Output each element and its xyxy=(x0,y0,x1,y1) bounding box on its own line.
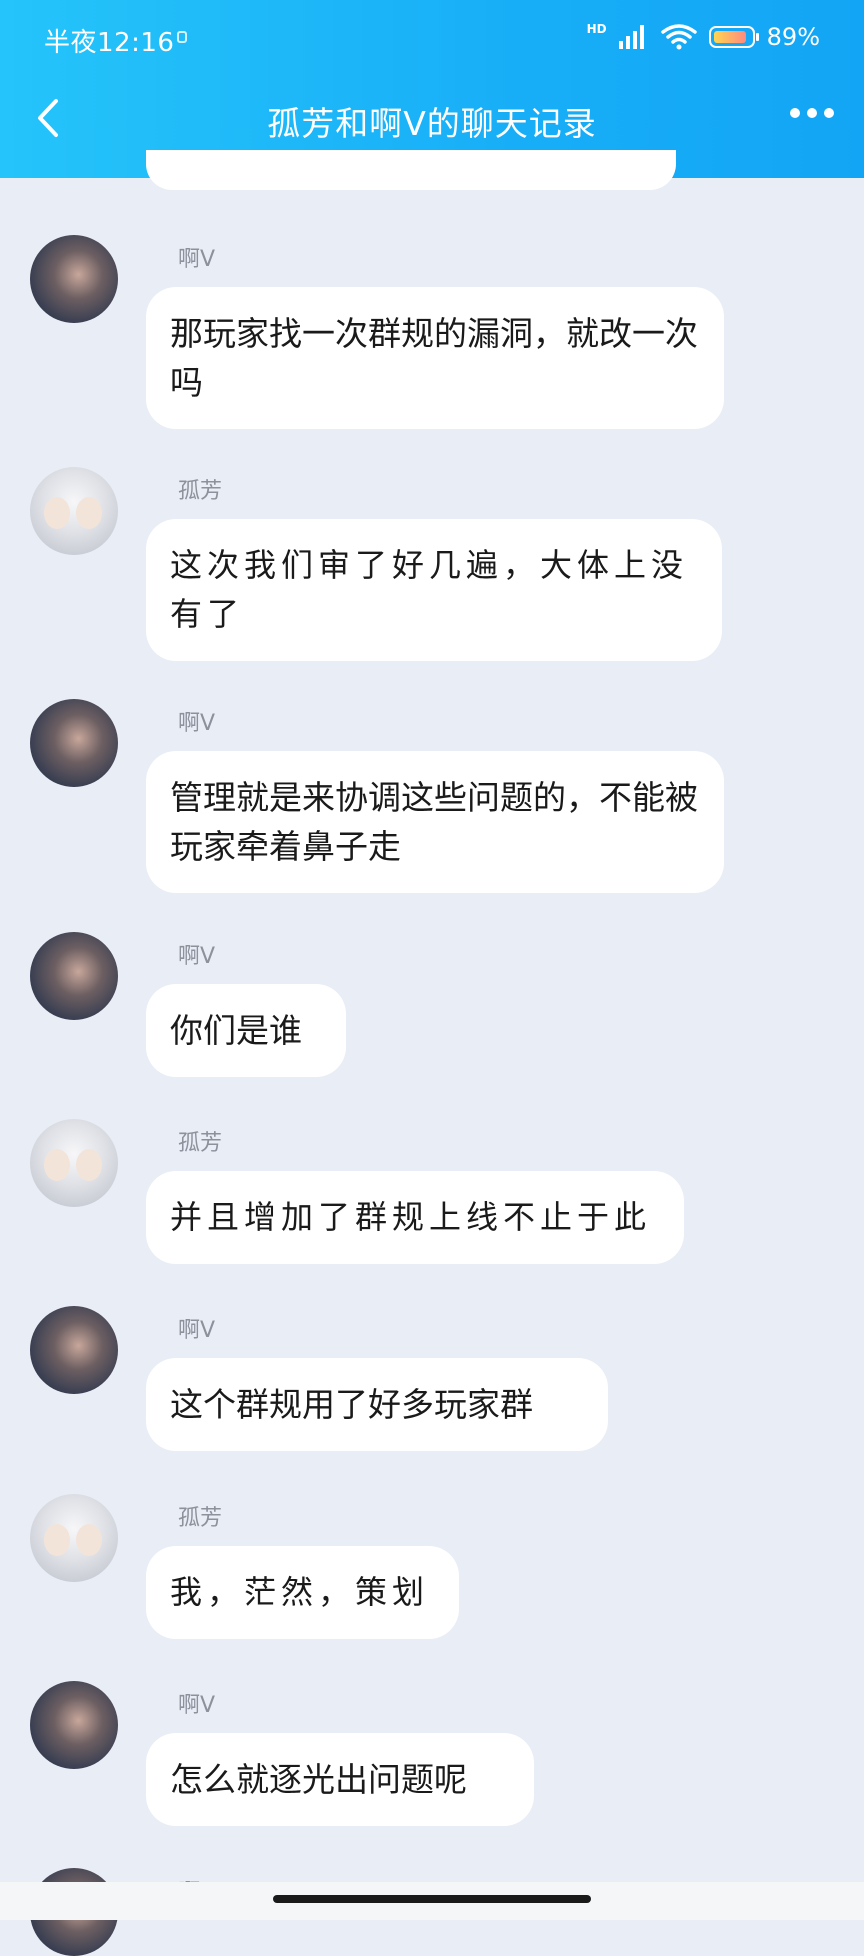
message-bubble[interactable]: 并且增加了群规上线不止于此 xyxy=(146,1171,684,1264)
message-bubble[interactable]: 你们是谁 xyxy=(146,984,346,1077)
network-type: HD xyxy=(586,22,607,36)
sender-name: 孤芳 xyxy=(178,1506,223,1531)
lock-icon xyxy=(177,31,187,43)
previous-message-bubble xyxy=(146,150,676,190)
more-dot-icon xyxy=(824,108,834,118)
signal-icon xyxy=(618,25,644,49)
avatar[interactable] xyxy=(30,467,118,555)
avatar[interactable] xyxy=(30,1681,118,1769)
message-bubble[interactable]: 这次我们审了好几遍，大体上没有了 xyxy=(146,519,722,661)
sender-name: 啊V xyxy=(178,247,216,272)
message-bubble[interactable]: 管理就是来协调这些问题的，不能被玩家牵着鼻子走 xyxy=(146,751,724,893)
avatar[interactable] xyxy=(30,932,118,1020)
sender-name: 啊V xyxy=(178,944,216,969)
message-bubble[interactable]: 那玩家找一次群规的漏洞，就改一次吗 xyxy=(146,287,724,429)
sender-name: 孤芳 xyxy=(178,479,223,504)
message-bubble[interactable]: 这个群规用了好多玩家群 xyxy=(146,1358,608,1451)
sender-name: 啊V xyxy=(178,1693,216,1718)
page-title: 孤芳和啊V的聊天记录 xyxy=(267,104,597,143)
sender-name: 啊V xyxy=(178,711,216,736)
avatar[interactable] xyxy=(30,1306,118,1394)
more-dot-icon xyxy=(807,108,817,118)
status-icons: HD 89% xyxy=(587,20,820,54)
wifi-icon xyxy=(660,24,697,50)
sender-name: 啊V xyxy=(178,1318,216,1343)
message-bubble[interactable]: 怎么就逐光出问题呢 xyxy=(146,1733,534,1826)
sender-name: 孤芳 xyxy=(178,1131,223,1156)
battery-percent: 89% xyxy=(766,23,820,51)
status-time: 半夜12:16 xyxy=(44,28,175,58)
battery-icon xyxy=(708,26,759,48)
more-options-button[interactable] xyxy=(790,108,834,118)
avatar[interactable] xyxy=(30,1119,118,1207)
avatar[interactable] xyxy=(30,699,118,787)
more-dot-icon xyxy=(790,108,800,118)
avatar[interactable] xyxy=(30,235,118,323)
home-indicator[interactable] xyxy=(273,1895,591,1903)
message-bubble[interactable]: 我，茫然，策划 xyxy=(146,1546,459,1639)
avatar[interactable] xyxy=(30,1494,118,1582)
